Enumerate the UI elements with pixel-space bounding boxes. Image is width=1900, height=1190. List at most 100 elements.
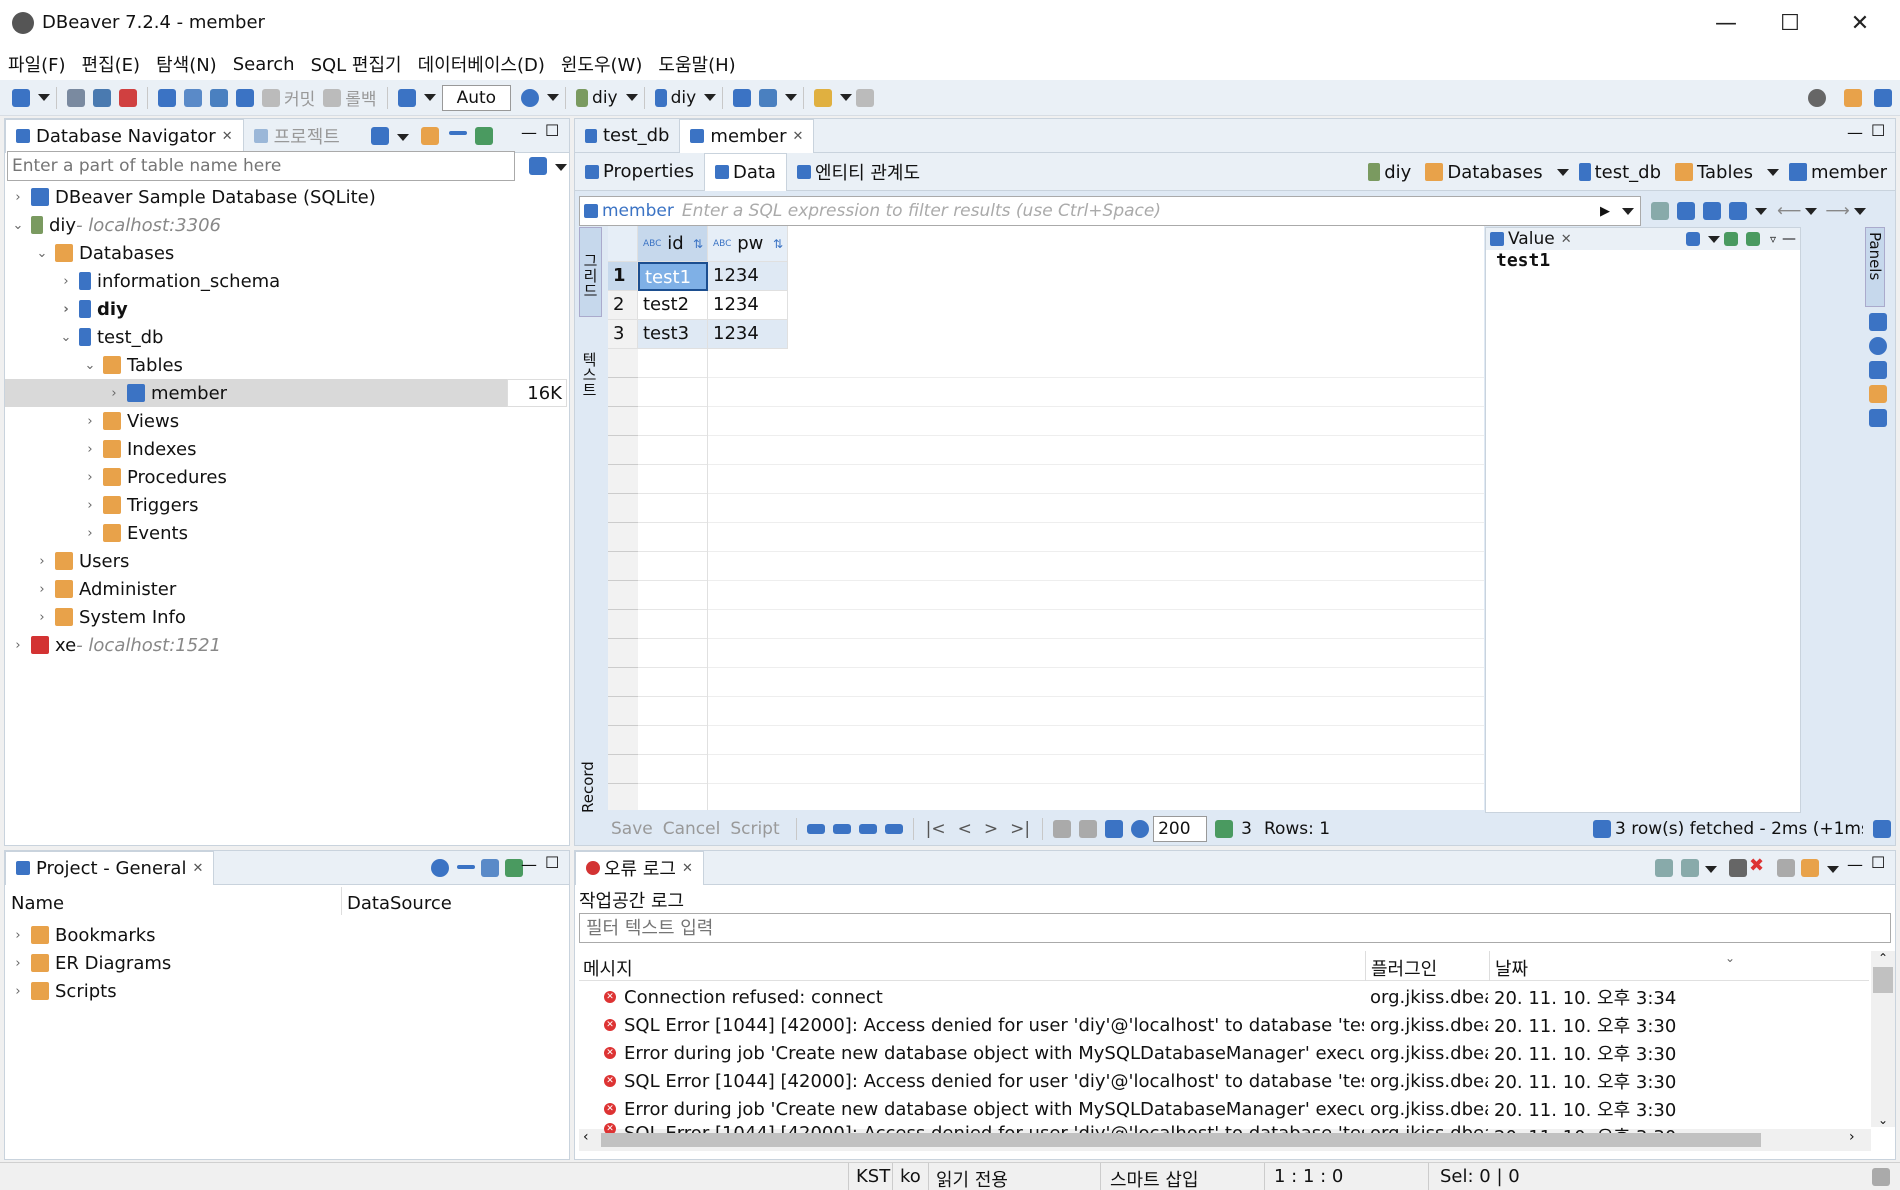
subtab-er-diagram[interactable]: 엔티티 관계도 bbox=[787, 153, 930, 191]
chevron-right-icon[interactable]: › bbox=[83, 414, 97, 429]
grid-cell-id[interactable]: test3 bbox=[638, 320, 708, 349]
fetch-size-input[interactable]: 200 bbox=[1153, 816, 1208, 842]
save-to-file-icon[interactable] bbox=[1723, 232, 1738, 246]
content-viewer-icon[interactable] bbox=[1685, 232, 1700, 246]
chevron-right-icon[interactable]: › bbox=[83, 470, 97, 485]
scroll-down-icon[interactable]: ⌄ bbox=[1871, 1113, 1895, 1127]
tools-icon[interactable] bbox=[814, 88, 833, 107]
row-number[interactable]: 2 bbox=[608, 291, 638, 320]
grid-cell-pw[interactable]: 1234 bbox=[708, 262, 788, 291]
maximize-view-icon[interactable]: ☐ bbox=[1871, 853, 1885, 872]
log-row[interactable]: ✕ SQL Error [1044] [42000]: Access denied… bbox=[578, 1067, 1870, 1095]
active-schema-select[interactable]: diy bbox=[671, 88, 697, 108]
record-view-tab[interactable]: Record bbox=[579, 713, 597, 813]
chevron-right-icon[interactable]: › bbox=[83, 526, 97, 541]
collapse-all-icon[interactable] bbox=[449, 131, 467, 135]
new-connection-icon[interactable] bbox=[371, 127, 389, 145]
tree-item-member[interactable]: › member 16K bbox=[5, 379, 567, 407]
prev-page-icon[interactable]: < bbox=[958, 819, 972, 839]
chevron-right-icon[interactable]: › bbox=[11, 956, 25, 971]
view-menu-icon[interactable] bbox=[1705, 866, 1717, 873]
tree-item-procedures[interactable]: › Procedures bbox=[5, 463, 226, 491]
grid-cell-pw[interactable]: 1234 bbox=[708, 320, 788, 349]
back-icon[interactable]: ⟵ bbox=[1777, 201, 1801, 221]
forward-dropdown-icon[interactable] bbox=[1853, 207, 1866, 215]
filter-dropdown-icon[interactable] bbox=[555, 164, 567, 171]
tab-project[interactable]: 프로젝트 bbox=[244, 119, 350, 153]
subtab-properties[interactable]: Properties bbox=[575, 153, 704, 191]
rollback-icon[interactable] bbox=[323, 88, 342, 107]
maximize-view-icon[interactable]: ☐ bbox=[545, 121, 559, 140]
export-icon[interactable] bbox=[1105, 820, 1124, 838]
fetch-all-icon[interactable] bbox=[1079, 820, 1098, 838]
last-page-icon[interactable]: >| bbox=[1010, 819, 1030, 839]
maximize-button[interactable]: ☐ bbox=[1770, 10, 1810, 38]
tree-item-system-info[interactable]: › System Info bbox=[5, 603, 186, 631]
log-filter-input[interactable] bbox=[579, 913, 1891, 943]
transaction-mode-dropdown-icon[interactable] bbox=[423, 94, 436, 101]
history-dropdown-icon[interactable] bbox=[547, 94, 560, 101]
breadcrumb-item[interactable]: diy bbox=[1384, 162, 1411, 183]
new-folder-icon[interactable] bbox=[421, 127, 439, 145]
progress-icon[interactable] bbox=[1872, 1168, 1890, 1186]
back-icon[interactable] bbox=[856, 88, 875, 107]
breadcrumb-item[interactable]: member bbox=[1811, 162, 1887, 183]
log-vertical-scrollbar[interactable]: ⌃ ⌄ bbox=[1871, 951, 1895, 1127]
close-icon[interactable]: ✕ bbox=[192, 861, 203, 876]
tab-project-general[interactable]: Project - General ✕ bbox=[5, 850, 215, 885]
play-icon[interactable]: ▶ bbox=[1600, 204, 1610, 219]
tab-error-log[interactable]: 오류 로그 ✕ bbox=[575, 850, 704, 885]
grid-cell-id[interactable]: test2 bbox=[638, 291, 708, 320]
close-icon[interactable]: ✕ bbox=[1561, 232, 1572, 247]
minimize-view-icon[interactable]: — bbox=[521, 855, 537, 874]
pending-icon[interactable] bbox=[210, 88, 228, 107]
chevron-right-icon[interactable]: › bbox=[11, 638, 25, 653]
import-log-icon[interactable] bbox=[1681, 859, 1699, 877]
filter-history-icon[interactable] bbox=[1622, 207, 1634, 215]
filter-icon[interactable] bbox=[529, 157, 547, 175]
grid-view-tab[interactable]: 그리드 bbox=[579, 227, 602, 317]
menu-search[interactable]: Search bbox=[233, 54, 295, 75]
chevron-down-icon[interactable]: ⌄ bbox=[83, 358, 97, 373]
back-dropdown-icon[interactable] bbox=[1805, 207, 1818, 215]
tree-item-events[interactable]: › Events bbox=[5, 519, 188, 547]
breadcrumb-item[interactable]: Databases bbox=[1447, 162, 1542, 183]
add-row-icon[interactable] bbox=[832, 824, 851, 834]
row-number[interactable]: 1 bbox=[608, 262, 638, 291]
transaction-mode-icon[interactable] bbox=[397, 88, 416, 107]
close-icon[interactable]: ✕ bbox=[222, 129, 233, 144]
forward-icon[interactable]: ⟶ bbox=[1825, 201, 1849, 221]
datasource-dropdown-icon[interactable] bbox=[625, 94, 638, 101]
restore-log-icon[interactable] bbox=[1801, 859, 1819, 877]
network-dropdown-icon[interactable] bbox=[785, 94, 798, 101]
panels-tab[interactable]: Panels bbox=[1865, 227, 1885, 307]
log-row[interactable]: ✕ Connection refused: connect org.jkiss.d… bbox=[578, 983, 1870, 1011]
delete-log-icon[interactable]: ✖ bbox=[1749, 855, 1764, 876]
project-item-scripts[interactable]: › Scripts bbox=[5, 977, 116, 1005]
grouping-icon[interactable] bbox=[1869, 361, 1887, 379]
chevron-right-icon[interactable]: › bbox=[35, 554, 49, 569]
tree-item-users[interactable]: › Users bbox=[5, 547, 129, 575]
log-row[interactable]: ✕ SQL Error [1044] [42000]: Access denied… bbox=[578, 1123, 1870, 1133]
sort-icon[interactable]: ⇅ bbox=[773, 226, 783, 262]
perspective-icon[interactable] bbox=[1844, 89, 1862, 107]
commit-icon[interactable] bbox=[262, 88, 280, 107]
tree-item-databases[interactable]: ⌄ Databases bbox=[5, 239, 175, 267]
next-page-icon[interactable]: > bbox=[984, 819, 998, 839]
copy-row-icon[interactable] bbox=[858, 824, 877, 834]
maximize-view-icon[interactable]: ☐ bbox=[545, 853, 559, 872]
save-filter-icon[interactable] bbox=[1677, 202, 1695, 220]
transaction-log-icon[interactable] bbox=[184, 88, 202, 107]
chevron-right-icon[interactable]: › bbox=[83, 498, 97, 513]
settings-icon[interactable] bbox=[431, 859, 449, 877]
collapse-all-icon[interactable] bbox=[457, 865, 475, 869]
chevron-right-icon[interactable]: › bbox=[107, 386, 121, 401]
chevron-down-icon[interactable]: ⌄ bbox=[59, 330, 73, 345]
text-view-tab[interactable]: 텍스트 bbox=[579, 321, 600, 421]
chevron-right-icon[interactable]: › bbox=[11, 984, 25, 999]
scroll-thumb[interactable] bbox=[601, 1133, 1761, 1147]
column-header-pw[interactable]: ABC pw ⇅ bbox=[708, 226, 788, 262]
rollback-button[interactable]: 롤백 bbox=[345, 85, 376, 110]
refresh-dropdown-icon[interactable] bbox=[1755, 207, 1767, 215]
close-icon[interactable]: ✕ bbox=[792, 129, 803, 144]
